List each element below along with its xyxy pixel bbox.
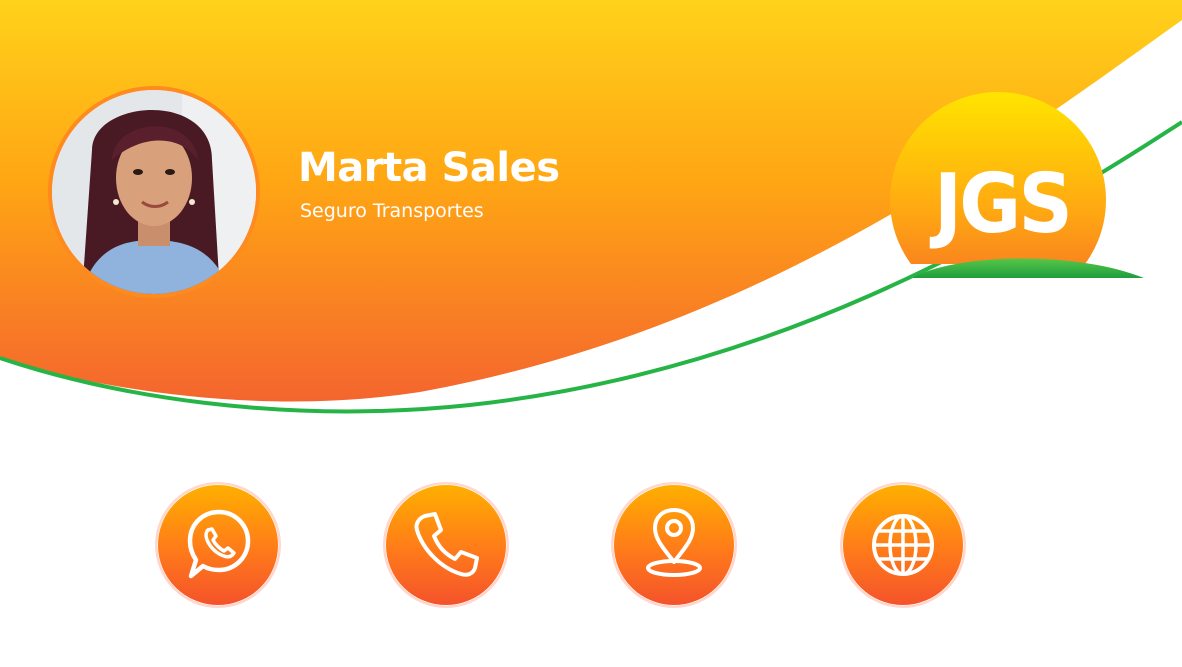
phone-button[interactable]: [383, 482, 509, 608]
profile-subtitle: Seguro Transportes: [300, 200, 484, 222]
whatsapp-icon: [187, 509, 251, 579]
profile-name: Marta Sales: [298, 145, 560, 191]
profile-avatar: [48, 86, 260, 298]
whatsapp-button[interactable]: [155, 482, 281, 608]
website-button[interactable]: [840, 482, 966, 608]
globe-icon: [872, 514, 934, 576]
company-logo-text: JGS: [933, 157, 1073, 252]
phone-icon: [414, 512, 479, 577]
business-card: Marta Sales Seguro Transportes JGS: [0, 0, 1182, 667]
location-pin-icon: [646, 508, 702, 577]
profile-photo: [52, 90, 256, 294]
location-button[interactable]: [611, 482, 737, 608]
